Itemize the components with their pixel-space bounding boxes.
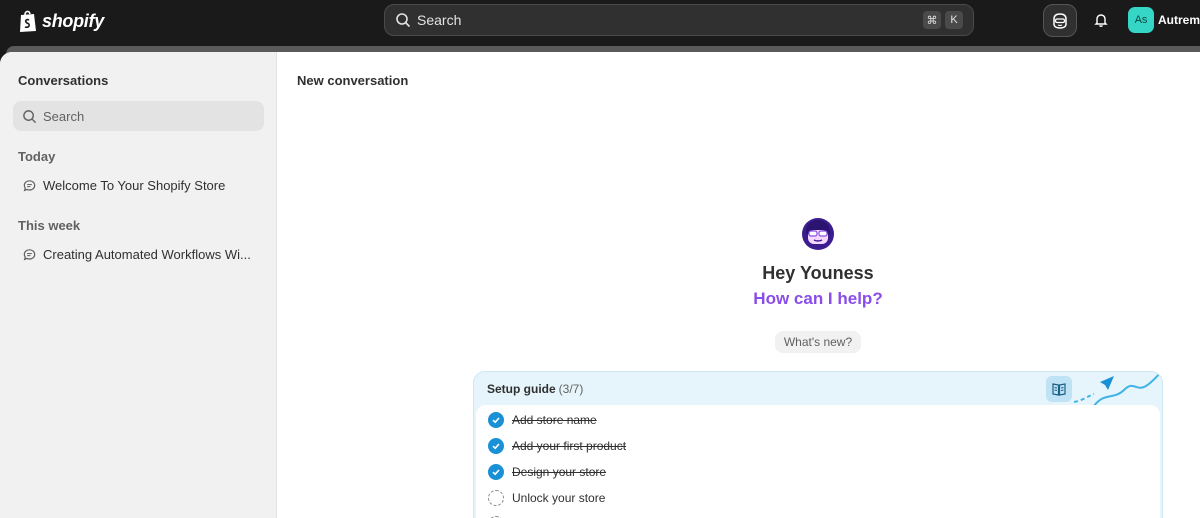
- setup-guide-count: (3/7): [558, 382, 584, 396]
- search-icon: [23, 109, 37, 123]
- setup-guide-card: Setup guide (3/7) Add store name Add you…: [473, 371, 1163, 518]
- dashed-circle-icon: [488, 490, 504, 506]
- section-label-today: Today: [18, 149, 56, 164]
- conversation-search-input[interactable]: Search: [13, 101, 264, 131]
- check-circle-icon: [488, 412, 504, 428]
- shortcut-key-k: K: [945, 11, 963, 29]
- store-name[interactable]: Autreme: [1158, 13, 1200, 27]
- conversation-item-label: Creating Automated Workflows Wi...: [43, 246, 251, 262]
- logo-text: shopify: [42, 10, 104, 31]
- conversations-sidebar: Conversations Search Today Welcome To Yo…: [0, 52, 277, 518]
- greeting-heading: Hey Youness: [762, 263, 874, 283]
- store-avatar[interactable]: As: [1128, 7, 1154, 33]
- conversation-item[interactable]: Welcome To Your Shopify Store: [22, 174, 262, 196]
- conversation-search-placeholder: Search: [43, 108, 85, 124]
- setup-task[interactable]: Design your store: [488, 463, 606, 481]
- paper-plane-decoration-icon: [1074, 372, 1162, 406]
- conversation-item[interactable]: Creating Automated Workflows Wi...: [22, 243, 262, 265]
- shopify-logo[interactable]: shopify: [18, 9, 104, 33]
- search-placeholder: Search: [417, 12, 462, 28]
- setup-task-label: Unlock your store: [512, 491, 606, 505]
- top-bar: shopify Search ⌘ K As Autreme: [0, 0, 1200, 46]
- shopify-bag-icon: [20, 10, 36, 32]
- book-icon: [1052, 383, 1066, 396]
- setup-guide-title: Setup guide: [487, 382, 556, 396]
- guide-book-button[interactable]: [1046, 376, 1072, 402]
- section-label-this-week: This week: [18, 218, 81, 233]
- global-search-input[interactable]: Search ⌘ K: [384, 4, 974, 36]
- notifications-button[interactable]: [1088, 7, 1114, 33]
- setup-task-label: Add your first product: [512, 439, 627, 453]
- sidekick-panel: Conversations Search Today Welcome To Yo…: [0, 52, 1200, 518]
- bell-icon: [1094, 14, 1108, 27]
- sidekick-avatar-icon: [802, 218, 834, 250]
- setup-guide-header[interactable]: Setup guide (3/7): [487, 382, 583, 396]
- page-title: New conversation: [297, 73, 409, 88]
- check-circle-icon: [488, 438, 504, 454]
- setup-task-label: Design your store: [512, 465, 607, 479]
- sidekick-icon: [1053, 12, 1067, 29]
- setup-guide-task-list: Add store name Add your first product De…: [476, 405, 1160, 518]
- setup-task[interactable]: Unlock your store: [488, 489, 605, 507]
- conversation-item-label: Welcome To Your Shopify Store: [43, 177, 226, 193]
- setup-task-label: Add store name: [512, 413, 597, 427]
- sidekick-button[interactable]: [1043, 4, 1077, 37]
- chat-bubble-icon: [23, 179, 36, 191]
- setup-task[interactable]: Add your first product: [488, 437, 626, 455]
- check-circle-icon: [488, 464, 504, 480]
- chat-bubble-icon: [23, 248, 36, 260]
- whats-new-button[interactable]: What's new?: [775, 331, 861, 353]
- search-icon: [396, 13, 411, 28]
- help-prompt: How can I help?: [753, 289, 883, 308]
- shortcut-key-cmd: ⌘: [923, 11, 941, 29]
- sidebar-title: Conversations: [18, 73, 109, 88]
- setup-task[interactable]: Add store name: [488, 411, 597, 429]
